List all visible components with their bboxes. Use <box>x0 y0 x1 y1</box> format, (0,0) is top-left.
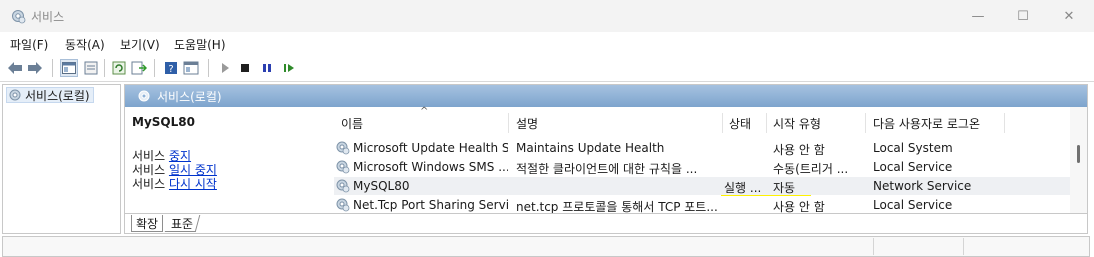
sort-ascending-icon: ^ <box>420 106 429 117</box>
service-status: 실행 ... <box>724 181 762 195</box>
tab-standard[interactable]: 표준 <box>164 215 201 232</box>
service-name: Microsoft Update Health S... <box>353 141 508 155</box>
services-gear-icon <box>138 90 150 102</box>
pane-header: 서비스(로컬) <box>125 85 1087 107</box>
tree-item-label: 서비스(로컬) <box>25 88 90 103</box>
menu-file[interactable]: 파일(F) <box>10 36 48 53</box>
console-icon[interactable] <box>182 59 200 77</box>
column-header-name[interactable]: 이름 <box>341 115 363 132</box>
status-divider <box>963 238 964 255</box>
window-title: 서비스 <box>31 10 65 24</box>
help-icon[interactable]: ? <box>162 59 180 77</box>
column-divider[interactable] <box>1004 113 1005 133</box>
service-description: Maintains Update Health <box>516 141 665 155</box>
show-tree-icon[interactable] <box>60 59 78 77</box>
toolbar-separator <box>52 59 53 77</box>
service-gear-icon <box>336 198 350 212</box>
forward-arrow-icon[interactable] <box>26 59 44 77</box>
menu-view[interactable]: 보기(V) <box>120 36 160 53</box>
table-row[interactable]: Net.Tcp Port Sharing Service net.tcp 프로토… <box>334 196 1076 214</box>
services-gear-icon <box>12 10 26 24</box>
service-detail-panel: MySQL80 서비스 중지 서비스 일시 중지 서비스 다시 시작 <box>132 115 332 191</box>
column-header-description[interactable]: 설명 <box>516 115 538 132</box>
service-name: Net.Tcp Port Sharing Service <box>353 198 508 212</box>
minimize-button[interactable]: — <box>955 0 1001 32</box>
table-row-selected[interactable]: MySQL80 실행 ... 자동 Network Service <box>334 177 1076 195</box>
back-arrow-icon[interactable] <box>6 59 24 77</box>
table-row[interactable]: Microsoft Windows SMS ... 적절한 클라이언트에 대한 … <box>334 158 1076 176</box>
title-bar: 서비스 — ☐ ✕ <box>0 0 1094 32</box>
close-button[interactable]: ✕ <box>1046 0 1092 32</box>
service-description: 적절한 클라이언트에 대한 규칙을 ... <box>516 162 698 176</box>
services-list: 이름 ^ 설명 상태 시작 유형 다음 사용자로 로그온 Microsoft U… <box>334 106 1086 215</box>
selected-service-name: MySQL80 <box>132 115 195 129</box>
service-gear-icon <box>336 160 350 174</box>
toolbar: ? <box>0 54 1094 82</box>
services-pane: 서비스(로컬) MySQL80 서비스 중지 서비스 일시 중지 서비스 다시 … <box>124 84 1088 234</box>
service-startup-type: 사용 안 함 <box>773 143 825 157</box>
toolbar-separator <box>154 59 155 77</box>
action-restart-line: 서비스 다시 시작 <box>132 175 217 192</box>
column-divider[interactable] <box>722 113 723 133</box>
svg-text:?: ? <box>168 64 173 75</box>
table-row[interactable]: Microsoft Update Health S... Maintains U… <box>334 139 1076 157</box>
column-header-startup-type[interactable]: 시작 유형 <box>773 115 821 132</box>
refresh-icon[interactable] <box>110 59 128 77</box>
resume-service-icon[interactable] <box>280 59 298 77</box>
tab-extended-label: 확장 <box>136 216 159 231</box>
column-divider[interactable] <box>508 113 509 133</box>
service-logon: Network Service <box>873 179 972 193</box>
service-startup-type: 수동(트리거 ... <box>773 162 849 176</box>
scrollbar-thumb[interactable] <box>1077 145 1080 163</box>
maximize-button[interactable]: ☐ <box>1000 0 1046 32</box>
service-logon: Local Service <box>873 198 953 212</box>
column-divider[interactable] <box>865 113 866 133</box>
service-gear-icon <box>336 179 350 193</box>
tab-standard-label: 표준 <box>171 216 194 231</box>
start-service-icon[interactable] <box>216 59 234 77</box>
service-logon: Local System <box>873 141 953 155</box>
view-tabs: 확장 표준 <box>125 213 1087 233</box>
services-gear-icon <box>9 89 21 101</box>
console-tree: 서비스(로컬) <box>2 84 121 234</box>
restart-service-link[interactable]: 다시 시작 <box>169 177 217 191</box>
status-divider <box>873 238 874 255</box>
toolbar-separator <box>208 59 209 77</box>
pause-service-icon[interactable] <box>258 59 276 77</box>
tree-item-services-local[interactable]: 서비스(로컬) <box>6 87 94 103</box>
service-startup-type: 자동 <box>773 181 796 195</box>
menu-action[interactable]: 동작(A) <box>65 36 105 53</box>
service-logon: Local Service <box>873 160 953 174</box>
vertical-scrollbar[interactable] <box>1070 107 1087 215</box>
pane-header-title: 서비스(로컬) <box>157 89 222 104</box>
column-header-logon-as[interactable]: 다음 사용자로 로그온 <box>873 115 980 132</box>
tab-extended[interactable]: 확장 <box>131 215 164 232</box>
properties-icon[interactable] <box>82 59 100 77</box>
status-bar <box>2 236 1090 257</box>
column-header-status[interactable]: 상태 <box>729 115 751 132</box>
column-divider[interactable] <box>766 113 767 133</box>
menu-bar: 파일(F) 동작(A) 보기(V) 도움말(H) <box>0 32 1094 54</box>
service-gear-icon <box>336 141 350 155</box>
menu-help[interactable]: 도움말(H) <box>174 36 226 53</box>
service-name: MySQL80 <box>353 179 410 193</box>
stop-service-icon[interactable] <box>236 59 254 77</box>
toolbar-separator <box>104 59 105 77</box>
action-prefix: 서비스 <box>132 177 166 191</box>
export-list-icon[interactable] <box>130 59 148 77</box>
service-name: Microsoft Windows SMS ... <box>353 160 508 174</box>
